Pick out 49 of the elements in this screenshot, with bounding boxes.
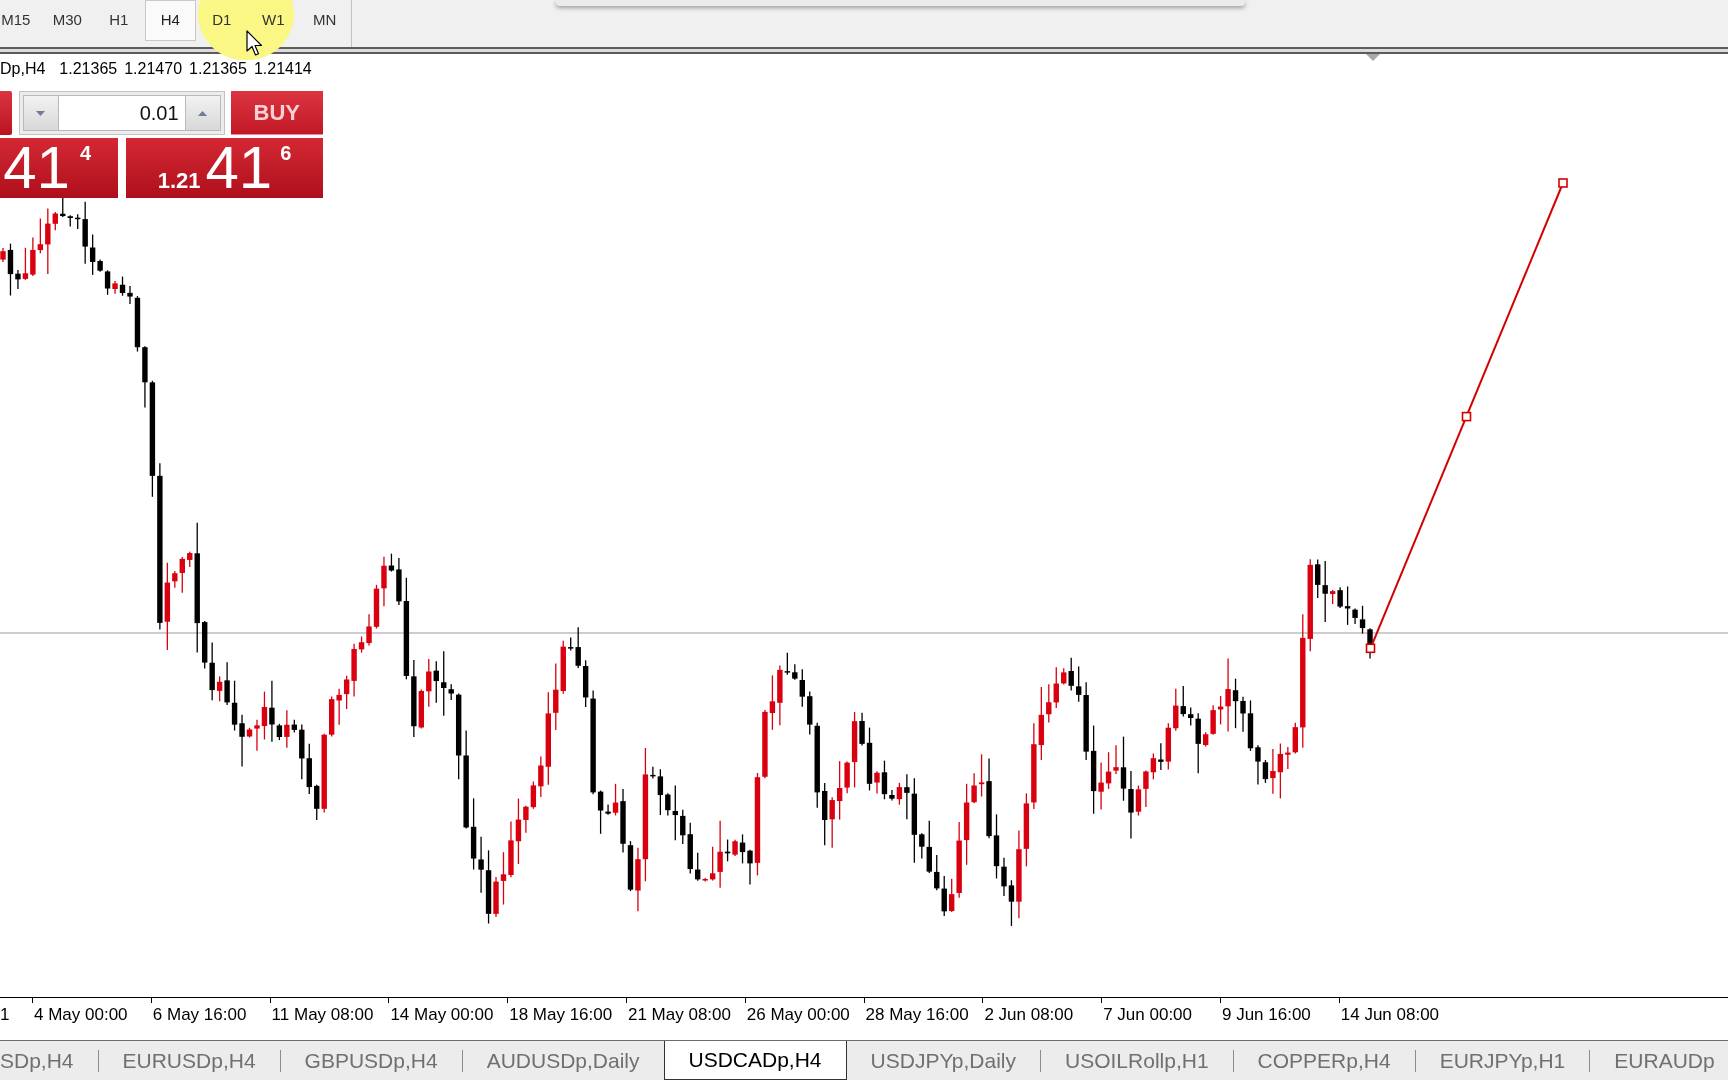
axis-label: 2 Jun 08:00 (984, 1005, 1075, 1025)
anchor-handle[interactable] (1365, 643, 1376, 654)
timeframe-button[interactable]: H4 (144, 0, 196, 41)
chart-tab[interactable]: EURAUDp (1590, 1041, 1728, 1080)
anchor-handle[interactable] (1558, 178, 1568, 188)
axis-label: 1 (0, 1005, 11, 1025)
ohlc-value: 1.21470 (124, 59, 183, 79)
chart-tab[interactable]: GBPUSDp,H4 (280, 1041, 462, 1080)
sell-price-fraction: 4 (79, 143, 91, 163)
chart-tab[interactable]: EURJPYp,H1 (1415, 1041, 1590, 1080)
axis-label: 21 May 08:00 (628, 1005, 732, 1025)
chart-tab[interactable]: USDCADp,H4 (663, 1041, 847, 1080)
axis-label: 11 May 08:00 (271, 1005, 375, 1025)
timeframe-button[interactable]: W1 (247, 0, 299, 41)
chart-tab[interactable]: AUDUSDp,Daily (462, 1041, 664, 1080)
caret-down-icon (36, 110, 46, 116)
timeframe-button[interactable]: M15 (0, 0, 42, 41)
cursor-icon (246, 30, 264, 57)
caret-up-icon (198, 110, 208, 116)
timeframe-button[interactable]: D1 (196, 0, 248, 41)
ohlc-value: 1.21414 (253, 59, 312, 79)
timeframe-button[interactable]: M30 (41, 0, 93, 41)
timeframe-button[interactable]: H1 (93, 0, 145, 41)
sell-price-pips: 41 (3, 140, 70, 196)
axis-label: 18 May 16:00 (509, 1005, 614, 1025)
axis-label: 6 May 16:00 (152, 1005, 248, 1025)
chart-tab[interactable]: COPPERp,H4 (1233, 1041, 1415, 1080)
buy-price-prefix: 1.21 (157, 170, 201, 192)
chart-tab[interactable]: EURUSDp,H4 (98, 1041, 280, 1080)
buy-price-pips: 41 (205, 140, 273, 196)
anchor-handle[interactable] (1461, 411, 1472, 422)
chart-symbol-label: Dp,H4 (0, 59, 46, 79)
timeframe-button[interactable]: MN (299, 0, 351, 41)
lot-size-field[interactable]: 0.01 (58, 95, 185, 131)
chart-tab[interactable]: USDJPYp,Daily (846, 1041, 1041, 1080)
axis-label: 4 May 00:00 (34, 1005, 129, 1025)
chart-tab[interactable]: USOILRollp,H1 (1041, 1041, 1233, 1080)
axis-label: 7 Jun 00:00 (1103, 1005, 1194, 1025)
ohlc-value: 1.21365 (189, 59, 247, 79)
chart-tab[interactable]: SDp,H4 (0, 1041, 98, 1080)
axis-label: 28 May 16:00 (865, 1005, 970, 1025)
axis-label: 9 Jun 16:00 (1221, 1005, 1312, 1025)
axis-label: 26 May 00:00 (746, 1005, 851, 1025)
lot-size-spinner[interactable]: 0.01 (18, 91, 225, 135)
axis-label: 14 May 00:00 (390, 1005, 495, 1025)
ohlc-value: 1.21365 (59, 59, 118, 79)
buy-price-fraction: 6 (280, 143, 292, 163)
buy-button[interactable]: BUY (230, 91, 323, 135)
axis-label: 14 Jun 08:00 (1340, 1005, 1441, 1025)
